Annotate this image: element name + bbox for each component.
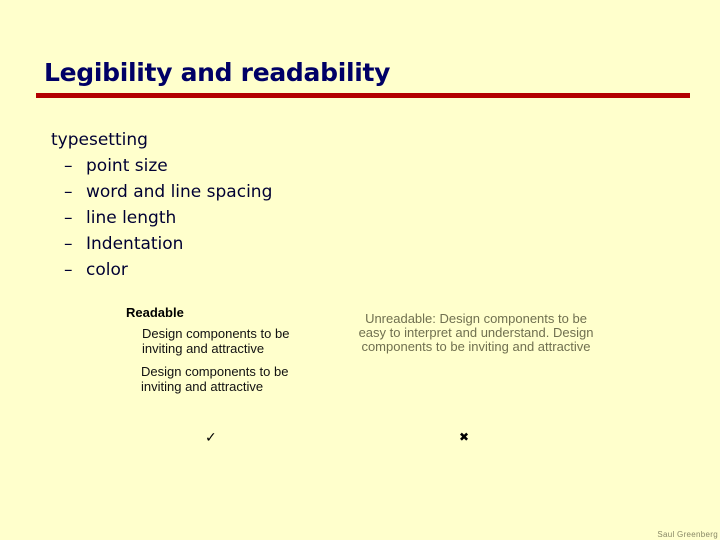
outline-heading: typesetting xyxy=(51,130,148,150)
list-item: – line length xyxy=(51,205,272,231)
list-item: – Indentation xyxy=(51,231,272,257)
list-item: – color xyxy=(51,257,272,283)
author-footer: Saul Greenberg xyxy=(657,530,718,539)
readable-label: Readable xyxy=(126,305,184,320)
title-underline xyxy=(36,93,690,98)
list-item: – point size xyxy=(51,153,272,179)
dash-bullet: – xyxy=(64,182,73,202)
check-icon: ✓ xyxy=(205,430,217,446)
dash-bullet: – xyxy=(64,208,73,228)
unreadable-sample: Unreadable: Design components to be easy… xyxy=(358,311,594,354)
dash-bullet: – xyxy=(64,260,73,280)
readable-sample-1: Design components to be inviting and att… xyxy=(142,326,290,356)
dash-bullet: – xyxy=(64,234,73,254)
slide-title: Legibility and readability xyxy=(44,58,391,87)
readable-sample-2: Design components to be inviting and att… xyxy=(141,364,289,394)
outline: typesetting – point size – word and line s… xyxy=(51,127,272,283)
cross-icon: ✖ xyxy=(459,430,470,444)
outline-list: – point size – word and line spacing – line… xyxy=(51,153,272,283)
list-item: – word and line spacing xyxy=(51,179,272,205)
dash-bullet: – xyxy=(64,156,73,176)
